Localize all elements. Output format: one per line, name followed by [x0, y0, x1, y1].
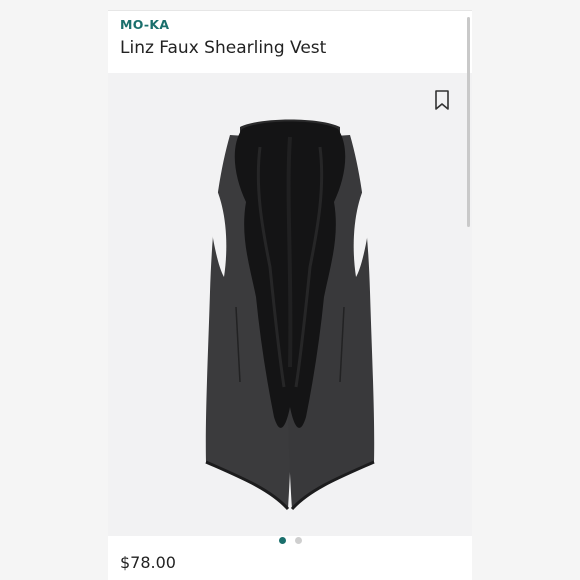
product-title: Linz Faux Shearling Vest [120, 38, 327, 58]
carousel-dot-2[interactable] [294, 536, 302, 544]
product-price: $78.00 [120, 553, 176, 572]
product-image [205, 119, 375, 511]
bookmark-icon[interactable] [433, 89, 451, 111]
product-image-carousel[interactable] [108, 73, 472, 536]
brand-name[interactable]: MO-KA [120, 17, 169, 32]
scrollbar[interactable] [467, 17, 470, 227]
carousel-dot-1[interactable] [278, 536, 286, 544]
product-card: MO-KA Linz Faux Shearling Vest $78.00 [108, 10, 472, 580]
carousel-pagination [108, 535, 472, 545]
